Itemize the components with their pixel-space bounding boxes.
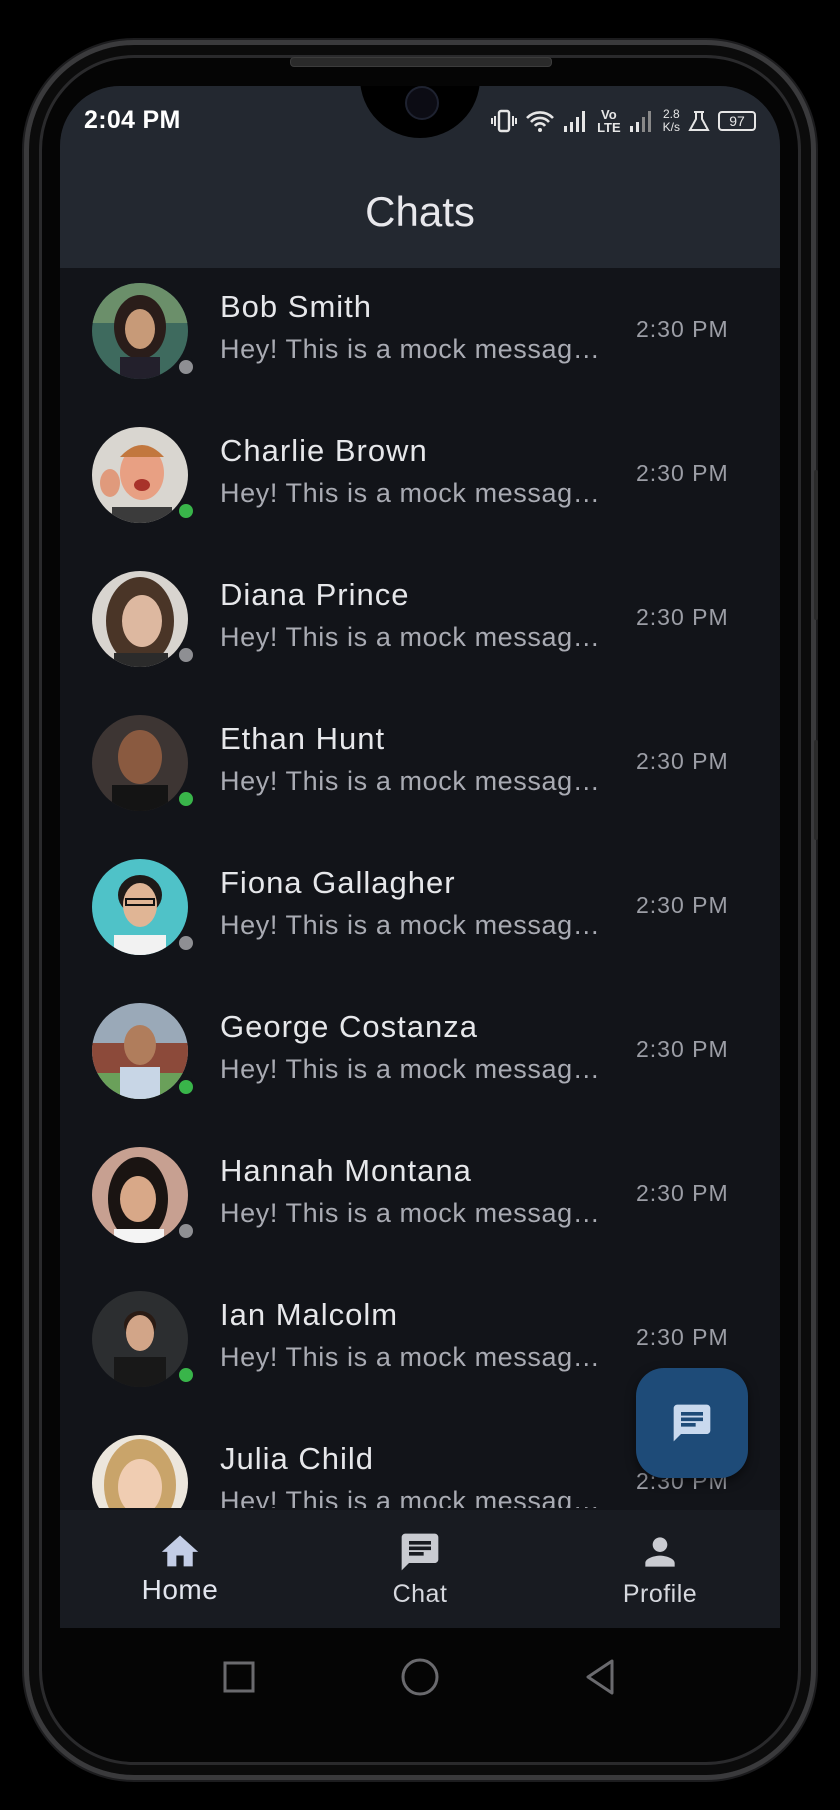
chat-row[interactable]: Bob Smith Hey! This is a mock message fr… <box>60 268 780 412</box>
chat-row[interactable]: Ethan Hunt Hey! This is a mock message f… <box>60 700 780 844</box>
battery-icon: 97 <box>718 111 756 131</box>
message-time: 2:30 PM <box>636 460 729 486</box>
avatar-photo <box>92 1435 188 1508</box>
chat-row[interactable]: Charlie Brown Hey! This is a mock messag… <box>60 412 780 556</box>
bottom-navigation: Home Chat Profile <box>60 1510 780 1628</box>
avatar[interactable] <box>92 1147 188 1243</box>
message-icon <box>673 1404 711 1442</box>
recent-apps-icon[interactable] <box>223 1661 255 1693</box>
message-preview: Hey! This is a mock message from this us… <box>220 478 602 508</box>
avatar-photo <box>92 859 188 955</box>
contact-name: Fiona Gallagher <box>220 865 456 900</box>
avatar[interactable] <box>92 1003 188 1099</box>
avatar-photo <box>92 427 188 523</box>
signal-icon <box>564 111 586 132</box>
net-speed-unit: K/s <box>662 120 680 134</box>
status-icons: Vo LTE 2.8 K/s 97 <box>491 108 756 134</box>
message-time: 2:30 PM <box>636 892 729 918</box>
contact-name: Bob Smith <box>220 289 373 324</box>
message-time: 2:30 PM <box>636 1324 729 1350</box>
contact-name: George Costanza <box>220 1009 478 1044</box>
flask-icon <box>688 111 710 131</box>
page-title: Chats <box>365 188 475 235</box>
status-time: 2:04 PM <box>84 106 181 134</box>
contact-name: Julia Child <box>220 1441 375 1476</box>
online-status-dot <box>176 1077 196 1097</box>
status-bar: 2:04 PM Vo LTE 2.8 K/s 97 <box>60 86 780 156</box>
volume-button <box>814 470 818 620</box>
message-preview: Hey! This is a mock message from this us… <box>220 334 602 364</box>
message-time: 2:30 PM <box>636 1180 729 1206</box>
power-button <box>814 740 818 840</box>
avatar-photo <box>92 1291 188 1387</box>
nav-profile[interactable]: Profile <box>540 1510 780 1628</box>
avatar-photo <box>92 283 188 379</box>
chat-list[interactable]: Bob Smith Hey! This is a mock message fr… <box>60 268 780 1508</box>
person-icon <box>645 1537 675 1567</box>
back-icon[interactable] <box>586 1659 614 1695</box>
nav-home[interactable]: Home <box>60 1510 300 1628</box>
front-camera <box>405 86 439 120</box>
chat-row[interactable]: Diana Prince Hey! This is a mock message… <box>60 556 780 700</box>
avatar[interactable] <box>92 571 188 667</box>
nav-chat[interactable]: Chat <box>300 1510 540 1628</box>
volte-indicator: Vo LTE <box>597 108 621 134</box>
chat-row[interactable]: Hannah Montana Hey! This is a mock messa… <box>60 1132 780 1276</box>
wifi-icon <box>526 111 555 132</box>
chat-icon <box>401 1533 439 1571</box>
avatar[interactable] <box>92 427 188 523</box>
offline-status-dot <box>176 933 196 953</box>
net-speed: 2.8 K/s <box>663 108 680 134</box>
app-header: Chats <box>60 156 780 268</box>
avatar[interactable] <box>92 859 188 955</box>
new-chat-button[interactable] <box>636 1368 748 1478</box>
home-icon <box>161 1535 199 1567</box>
offline-status-dot <box>176 1221 196 1241</box>
contact-name: Ian Malcolm <box>220 1297 399 1332</box>
online-status-dot <box>176 789 196 809</box>
message-preview: Hey! This is a mock message from this us… <box>220 1198 602 1228</box>
avatar[interactable] <box>92 1291 188 1387</box>
message-time: 2:30 PM <box>636 1036 729 1062</box>
message-preview: Hey! This is a mock message from this us… <box>220 910 602 940</box>
chat-row[interactable]: George Costanza Hey! This is a mock mess… <box>60 988 780 1132</box>
vibrate-icon <box>491 109 518 133</box>
home-circle-icon[interactable] <box>401 1658 439 1696</box>
earpiece-speaker <box>290 57 552 67</box>
avatar-photo <box>92 715 188 811</box>
system-nav-icons <box>223 1658 614 1696</box>
phone-screen: 2:04 PM Vo LTE 2.8 K/s 97 Chats Bob Smit… <box>60 86 780 1628</box>
contact-name: Charlie Brown <box>220 433 428 468</box>
offline-status-dot <box>176 645 196 665</box>
nav-chat-label: Chat <box>392 1580 448 1608</box>
avatar[interactable] <box>92 283 188 379</box>
avatar-photo <box>92 1003 188 1099</box>
chat-row[interactable]: Fiona Gallagher Hey! This is a mock mess… <box>60 844 780 988</box>
contact-name: Diana Prince <box>220 577 410 612</box>
message-preview: Hey! This is a mock message from this us… <box>220 1054 602 1084</box>
message-preview: Hey! This is a mock message from this us… <box>220 766 602 796</box>
avatar-photo <box>92 1147 188 1243</box>
message-time: 2:30 PM <box>636 316 729 342</box>
nav-home-label: Home <box>141 1574 219 1605</box>
battery-level: 97 <box>729 113 745 129</box>
message-time: 2:30 PM <box>636 748 729 774</box>
contact-name: Hannah Montana <box>220 1153 472 1188</box>
message-preview: Hey! This is a mock message from this us… <box>220 622 602 652</box>
online-status-dot <box>176 501 196 521</box>
avatar[interactable] <box>92 715 188 811</box>
offline-status-dot <box>176 357 196 377</box>
avatar-photo <box>92 571 188 667</box>
message-preview: Hey! This is a mock message from this us… <box>220 1342 602 1372</box>
nav-profile-label: Profile <box>622 1580 698 1608</box>
signal-2-icon <box>629 111 651 132</box>
message-time: 2:30 PM <box>636 604 729 630</box>
system-navigation-bar <box>60 1628 780 1728</box>
volte-bottom: LTE <box>597 120 621 135</box>
message-preview: Hey! This is a mock message from this us… <box>220 1486 602 1508</box>
online-status-dot <box>176 1365 196 1385</box>
avatar[interactable] <box>92 1435 188 1508</box>
contact-name: Ethan Hunt <box>220 721 386 756</box>
